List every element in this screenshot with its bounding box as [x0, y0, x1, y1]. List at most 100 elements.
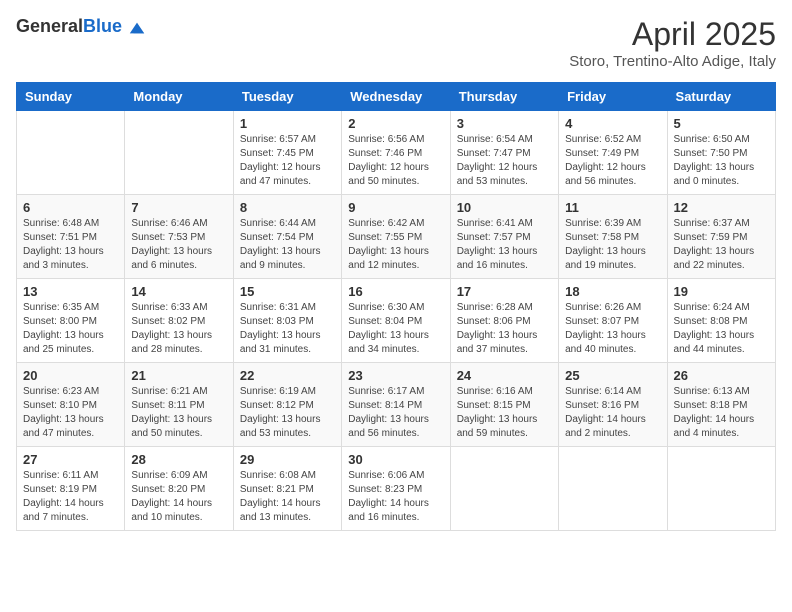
- day-info: Sunrise: 6:09 AM Sunset: 8:20 PM Dayligh…: [131, 469, 226, 525]
- day-number: 19: [674, 284, 769, 299]
- calendar-cell: 2 Sunrise: 6:56 AM Sunset: 7:46 PM Daylig…: [342, 111, 450, 195]
- calendar-cell: 14 Sunrise: 6:33 AM Sunset: 8:02 PM Dayli…: [125, 279, 233, 363]
- weekday-header: Sunday: [17, 83, 125, 111]
- day-info: Sunrise: 6:26 AM Sunset: 8:07 PM Dayligh…: [565, 301, 660, 357]
- calendar-cell: 17 Sunrise: 6:28 AM Sunset: 8:06 PM Dayli…: [450, 279, 558, 363]
- subtitle: Storo, Trentino-Alto Adige, Italy: [569, 53, 776, 70]
- calendar-cell: 5 Sunrise: 6:50 AM Sunset: 7:50 PM Daylig…: [667, 111, 775, 195]
- main-title: April 2025: [569, 16, 776, 53]
- day-number: 25: [565, 368, 660, 383]
- day-number: 14: [131, 284, 226, 299]
- day-info: Sunrise: 6:14 AM Sunset: 8:16 PM Dayligh…: [565, 385, 660, 441]
- calendar-cell: 21Sunrise: 6:21 AM Sunset: 8:11 PM Dayli…: [125, 363, 233, 447]
- day-info: Sunrise: 6:57 AM Sunset: 7:45 PM Dayligh…: [240, 133, 335, 189]
- calendar-cell: 18 Sunrise: 6:26 AM Sunset: 8:07 PM Dayli…: [559, 279, 667, 363]
- day-info: Sunrise: 6:54 AM Sunset: 7:47 PM Dayligh…: [457, 133, 552, 189]
- day-number: 16: [348, 284, 443, 299]
- calendar-cell: 27 Sunrise: 6:11 AM Sunset: 8:19 PM Dayli…: [17, 447, 125, 531]
- day-number: 3: [457, 116, 552, 131]
- calendar-cell: 24Sunrise: 6:16 AM Sunset: 8:15 PM Dayli…: [450, 363, 558, 447]
- day-info: Sunrise: 6:31 AM Sunset: 8:03 PM Dayligh…: [240, 301, 335, 357]
- calendar-cell: 6Sunrise: 6:48 AM Sunset: 7:51 PM Daylig…: [17, 195, 125, 279]
- day-number: 28: [131, 452, 226, 467]
- calendar-cell: 4Sunrise: 6:52 AM Sunset: 7:49 PM Daylig…: [559, 111, 667, 195]
- day-number: 13: [23, 284, 118, 299]
- calendar-cell: 9 Sunrise: 6:42 AM Sunset: 7:55 PM Daylig…: [342, 195, 450, 279]
- calendar-cell: 22 Sunrise: 6:19 AM Sunset: 8:12 PM Dayli…: [233, 363, 341, 447]
- day-info: Sunrise: 6:56 AM Sunset: 7:46 PM Dayligh…: [348, 133, 443, 189]
- logo-general: General: [16, 16, 83, 36]
- calendar-week-row: 6Sunrise: 6:48 AM Sunset: 7:51 PM Daylig…: [17, 195, 776, 279]
- day-info: Sunrise: 6:37 AM Sunset: 7:59 PM Dayligh…: [674, 217, 769, 273]
- calendar-cell: [559, 447, 667, 531]
- day-info: Sunrise: 6:24 AM Sunset: 8:08 PM Dayligh…: [674, 301, 769, 357]
- day-info: Sunrise: 6:42 AM Sunset: 7:55 PM Dayligh…: [348, 217, 443, 273]
- calendar-cell: 16 Sunrise: 6:30 AM Sunset: 8:04 PM Dayli…: [342, 279, 450, 363]
- weekday-header: Thursday: [450, 83, 558, 111]
- day-info: Sunrise: 6:33 AM Sunset: 8:02 PM Dayligh…: [131, 301, 226, 357]
- weekday-header: Wednesday: [342, 83, 450, 111]
- logo-icon: [128, 19, 146, 37]
- calendar-cell: 26 Sunrise: 6:13 AM Sunset: 8:18 PM Dayli…: [667, 363, 775, 447]
- day-number: 5: [674, 116, 769, 131]
- calendar-cell: 13 Sunrise: 6:35 AM Sunset: 8:00 PM Dayli…: [17, 279, 125, 363]
- day-info: Sunrise: 6:30 AM Sunset: 8:04 PM Dayligh…: [348, 301, 443, 357]
- calendar-cell: 1 Sunrise: 6:57 AM Sunset: 7:45 PM Daylig…: [233, 111, 341, 195]
- day-info: Sunrise: 6:46 AM Sunset: 7:53 PM Dayligh…: [131, 217, 226, 273]
- day-number: 2: [348, 116, 443, 131]
- day-number: 27: [23, 452, 118, 467]
- day-info: Sunrise: 6:08 AM Sunset: 8:21 PM Dayligh…: [240, 469, 335, 525]
- day-number: 20: [23, 368, 118, 383]
- calendar-cell: [450, 447, 558, 531]
- day-info: Sunrise: 6:06 AM Sunset: 8:23 PM Dayligh…: [348, 469, 443, 525]
- weekday-header: Tuesday: [233, 83, 341, 111]
- day-number: 7: [131, 200, 226, 215]
- day-info: Sunrise: 6:39 AM Sunset: 7:58 PM Dayligh…: [565, 217, 660, 273]
- logo-blue: Blue: [83, 16, 122, 36]
- calendar-cell: 3 Sunrise: 6:54 AM Sunset: 7:47 PM Daylig…: [450, 111, 558, 195]
- day-info: Sunrise: 6:23 AM Sunset: 8:10 PM Dayligh…: [23, 385, 118, 441]
- calendar-cell: 30 Sunrise: 6:06 AM Sunset: 8:23 PM Dayli…: [342, 447, 450, 531]
- calendar-cell: 19 Sunrise: 6:24 AM Sunset: 8:08 PM Dayli…: [667, 279, 775, 363]
- day-number: 8: [240, 200, 335, 215]
- day-number: 1: [240, 116, 335, 131]
- calendar-cell: 10Sunrise: 6:41 AM Sunset: 7:57 PM Dayli…: [450, 195, 558, 279]
- day-info: Sunrise: 6:48 AM Sunset: 7:51 PM Dayligh…: [23, 217, 118, 273]
- calendar-cell: 7 Sunrise: 6:46 AM Sunset: 7:53 PM Daylig…: [125, 195, 233, 279]
- day-info: Sunrise: 6:35 AM Sunset: 8:00 PM Dayligh…: [23, 301, 118, 357]
- day-number: 24: [457, 368, 552, 383]
- weekday-header: Saturday: [667, 83, 775, 111]
- calendar-week-row: 1 Sunrise: 6:57 AM Sunset: 7:45 PM Daylig…: [17, 111, 776, 195]
- calendar-header-row: SundayMondayTuesdayWednesdayThursdayFrid…: [17, 83, 776, 111]
- day-info: Sunrise: 6:50 AM Sunset: 7:50 PM Dayligh…: [674, 133, 769, 189]
- header: GeneralBlue April 2025 Storo, Trentino-A…: [16, 16, 776, 70]
- day-number: 26: [674, 368, 769, 383]
- calendar-cell: 23Sunrise: 6:17 AM Sunset: 8:14 PM Dayli…: [342, 363, 450, 447]
- day-number: 17: [457, 284, 552, 299]
- calendar-cell: 25 Sunrise: 6:14 AM Sunset: 8:16 PM Dayli…: [559, 363, 667, 447]
- day-number: 23: [348, 368, 443, 383]
- day-number: 30: [348, 452, 443, 467]
- weekday-header: Friday: [559, 83, 667, 111]
- calendar-cell: 12Sunrise: 6:37 AM Sunset: 7:59 PM Dayli…: [667, 195, 775, 279]
- day-info: Sunrise: 6:19 AM Sunset: 8:12 PM Dayligh…: [240, 385, 335, 441]
- calendar-cell: [125, 111, 233, 195]
- day-info: Sunrise: 6:52 AM Sunset: 7:49 PM Dayligh…: [565, 133, 660, 189]
- calendar-cell: 28 Sunrise: 6:09 AM Sunset: 8:20 PM Dayli…: [125, 447, 233, 531]
- day-number: 10: [457, 200, 552, 215]
- weekday-header: Monday: [125, 83, 233, 111]
- day-info: Sunrise: 6:13 AM Sunset: 8:18 PM Dayligh…: [674, 385, 769, 441]
- day-number: 22: [240, 368, 335, 383]
- day-number: 18: [565, 284, 660, 299]
- day-info: Sunrise: 6:11 AM Sunset: 8:19 PM Dayligh…: [23, 469, 118, 525]
- calendar-week-row: 20 Sunrise: 6:23 AM Sunset: 8:10 PM Dayli…: [17, 363, 776, 447]
- day-info: Sunrise: 6:28 AM Sunset: 8:06 PM Dayligh…: [457, 301, 552, 357]
- logo: GeneralBlue: [16, 16, 146, 37]
- calendar-cell: [17, 111, 125, 195]
- calendar-table: SundayMondayTuesdayWednesdayThursdayFrid…: [16, 82, 776, 531]
- calendar-week-row: 27 Sunrise: 6:11 AM Sunset: 8:19 PM Dayli…: [17, 447, 776, 531]
- day-info: Sunrise: 6:44 AM Sunset: 7:54 PM Dayligh…: [240, 217, 335, 273]
- day-number: 9: [348, 200, 443, 215]
- day-info: Sunrise: 6:21 AM Sunset: 8:11 PM Dayligh…: [131, 385, 226, 441]
- calendar-week-row: 13 Sunrise: 6:35 AM Sunset: 8:00 PM Dayli…: [17, 279, 776, 363]
